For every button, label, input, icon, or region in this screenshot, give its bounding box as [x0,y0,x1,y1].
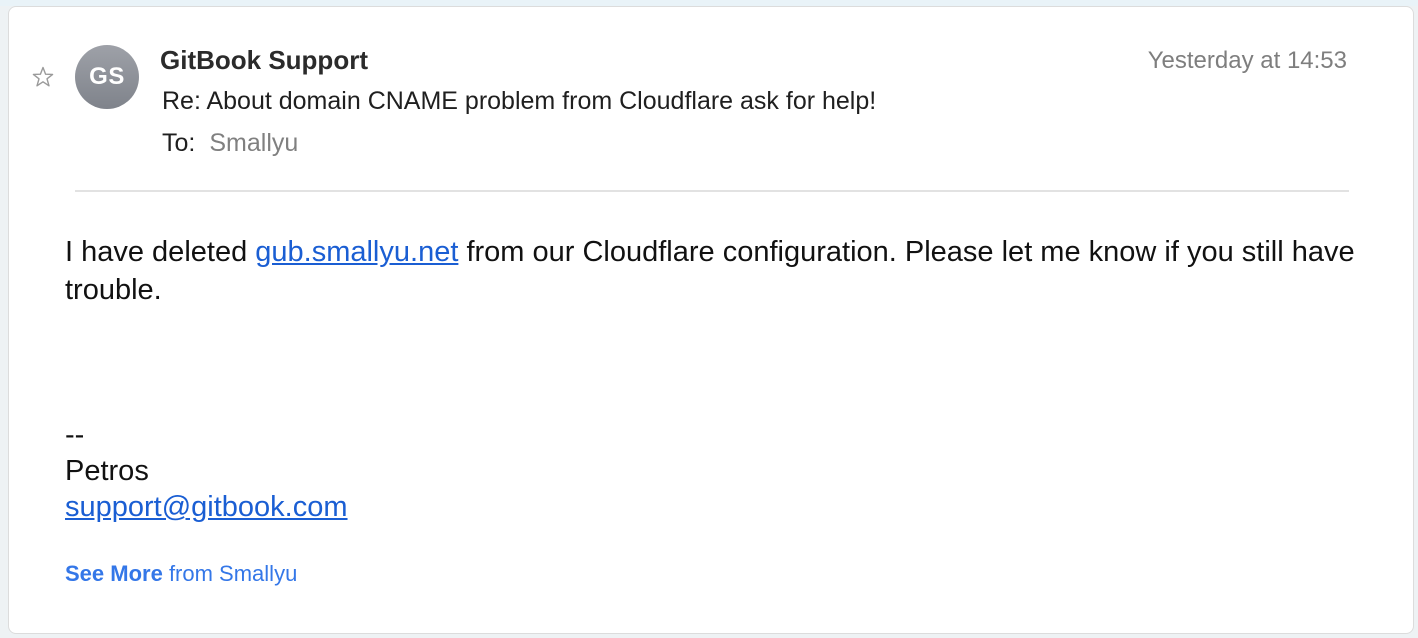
see-more-link[interactable]: See More from Smallyu [65,561,297,587]
email-message-card: GS GitBook Support Yesterday at 14:53 Re… [8,6,1414,634]
support-email-link[interactable]: support@gitbook.com [65,491,348,523]
sender-avatar: GS [75,45,139,109]
domain-link[interactable]: gub.smallyu.net [255,236,458,268]
see-more-strong: See More [65,561,163,586]
recipient-row: To: Smallyu [162,129,298,158]
message-timestamp: Yesterday at 14:53 [1147,47,1347,74]
star-icon[interactable] [31,65,55,89]
message-body: I have deleted gub.smallyu.net from our … [65,233,1375,309]
signature-separator: -- [65,419,85,451]
see-more-rest: from Smallyu [162,561,298,586]
header-divider [75,190,1349,192]
signature-email: support@gitbook.com [65,489,348,525]
to-label: To: [162,129,196,157]
message-subject: Re: About domain CNAME problem from Clou… [162,87,877,115]
signature-name: Petros [65,455,149,487]
body-text-before-link: I have deleted [65,236,256,268]
recipient-name[interactable]: Smallyu [209,129,298,157]
sender-name[interactable]: GitBook Support [160,45,368,76]
avatar-initials: GS [89,63,125,90]
